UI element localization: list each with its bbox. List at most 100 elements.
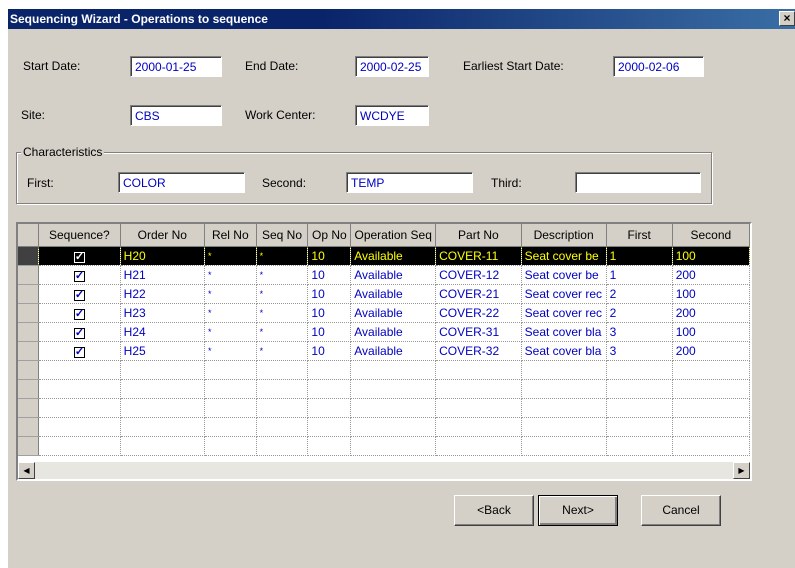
table-row[interactable]: ✓ H20 * * 10 Available COVER-11 Seat cover be 1 1… bbox=[18, 246, 750, 266]
empty-cell[interactable] bbox=[521, 360, 607, 380]
empty-cell[interactable] bbox=[256, 360, 309, 380]
checkbox-checked-icon[interactable]: ✓ bbox=[73, 270, 85, 282]
empty-cell[interactable] bbox=[350, 398, 437, 418]
table-row[interactable]: ✓ H23 * * 10 Available COVER-22 Seat cover rec 2… bbox=[18, 303, 750, 323]
empty-cell[interactable] bbox=[307, 417, 352, 437]
next-button[interactable]: Next> bbox=[538, 495, 618, 526]
empty-cell[interactable] bbox=[38, 360, 121, 380]
cell-seq[interactable]: * bbox=[256, 322, 309, 342]
empty-cell[interactable] bbox=[204, 398, 257, 418]
cell-second[interactable]: 200 bbox=[672, 265, 750, 285]
empty-cell[interactable] bbox=[606, 379, 673, 399]
sequence-checkbox-cell[interactable]: ✓ bbox=[38, 246, 121, 266]
empty-row[interactable] bbox=[18, 417, 750, 437]
empty-cell[interactable] bbox=[672, 436, 750, 456]
cell-op[interactable]: 10 bbox=[307, 284, 352, 304]
empty-cell[interactable] bbox=[672, 379, 750, 399]
empty-cell[interactable] bbox=[256, 436, 309, 456]
scroll-right-icon[interactable]: ▶ bbox=[733, 462, 750, 479]
cell-order[interactable]: H25 bbox=[120, 341, 205, 361]
close-button[interactable]: × bbox=[779, 11, 795, 26]
cell-first[interactable]: 2 bbox=[606, 303, 673, 323]
cell-part[interactable]: COVER-12 bbox=[435, 265, 522, 285]
row-selector[interactable] bbox=[18, 379, 40, 399]
cell-order[interactable]: H24 bbox=[120, 322, 205, 342]
cell-opseq[interactable]: Available bbox=[350, 265, 437, 285]
horizontal-scrollbar[interactable]: ◀ ▶ bbox=[18, 462, 750, 479]
cell-op[interactable]: 10 bbox=[307, 341, 352, 361]
empty-cell[interactable] bbox=[672, 398, 750, 418]
cell-rel[interactable]: * bbox=[204, 246, 257, 266]
checkbox-checked-icon[interactable]: ✓ bbox=[73, 251, 85, 263]
empty-cell[interactable] bbox=[672, 360, 750, 380]
cell-desc[interactable]: Seat cover bla bbox=[521, 341, 607, 361]
row-selector[interactable] bbox=[18, 417, 40, 437]
cell-first[interactable]: 2 bbox=[606, 284, 673, 304]
empty-cell[interactable] bbox=[120, 398, 205, 418]
checkbox-checked-icon[interactable]: ✓ bbox=[73, 308, 85, 320]
column-header[interactable]: Description bbox=[521, 224, 607, 247]
cancel-button[interactable]: Cancel bbox=[641, 495, 721, 526]
back-button[interactable]: <Back bbox=[454, 495, 534, 526]
row-selector[interactable] bbox=[18, 322, 40, 342]
row-selector[interactable] bbox=[18, 360, 40, 380]
empty-cell[interactable] bbox=[606, 436, 673, 456]
empty-cell[interactable] bbox=[120, 360, 205, 380]
empty-cell[interactable] bbox=[204, 379, 257, 399]
cell-op[interactable]: 10 bbox=[307, 303, 352, 323]
cell-rel[interactable]: * bbox=[204, 284, 257, 304]
table-row[interactable]: ✓ H21 * * 10 Available COVER-12 Seat cover be 1 2… bbox=[18, 265, 750, 285]
cell-op[interactable]: 10 bbox=[307, 322, 352, 342]
cell-rel[interactable]: * bbox=[204, 303, 257, 323]
cell-second[interactable]: 100 bbox=[672, 322, 750, 342]
cell-rel[interactable]: * bbox=[204, 265, 257, 285]
cell-rel[interactable]: * bbox=[204, 341, 257, 361]
cell-part[interactable]: COVER-22 bbox=[435, 303, 522, 323]
empty-cell[interactable] bbox=[672, 417, 750, 437]
empty-cell[interactable] bbox=[350, 360, 437, 380]
empty-cell[interactable] bbox=[606, 398, 673, 418]
start-date-field[interactable]: 2000-01-25 bbox=[130, 56, 222, 77]
empty-cell[interactable] bbox=[38, 417, 121, 437]
row-selector[interactable] bbox=[18, 265, 40, 285]
cell-rel[interactable]: * bbox=[204, 322, 257, 342]
end-date-field[interactable]: 2000-02-25 bbox=[355, 56, 429, 77]
empty-cell[interactable] bbox=[435, 379, 522, 399]
table-row[interactable]: ✓ H24 * * 10 Available COVER-31 Seat cover bla 3… bbox=[18, 322, 750, 342]
cell-op[interactable]: 10 bbox=[307, 265, 352, 285]
empty-cell[interactable] bbox=[256, 398, 309, 418]
checkbox-checked-icon[interactable]: ✓ bbox=[73, 289, 85, 301]
empty-cell[interactable] bbox=[521, 436, 607, 456]
cell-opseq[interactable]: Available bbox=[350, 341, 437, 361]
cell-op[interactable]: 10 bbox=[307, 246, 352, 266]
column-header[interactable]: Second bbox=[672, 224, 750, 247]
column-header[interactable]: Order No bbox=[120, 224, 205, 247]
sequence-checkbox-cell[interactable]: ✓ bbox=[38, 284, 121, 304]
empty-row[interactable] bbox=[18, 436, 750, 456]
cell-opseq[interactable]: Available bbox=[350, 284, 437, 304]
cell-part[interactable]: COVER-21 bbox=[435, 284, 522, 304]
cell-order[interactable]: H20 bbox=[120, 246, 205, 266]
empty-cell[interactable] bbox=[435, 398, 522, 418]
row-selector[interactable] bbox=[18, 303, 40, 323]
cell-seq[interactable]: * bbox=[256, 265, 309, 285]
empty-cell[interactable] bbox=[307, 379, 352, 399]
cell-opseq[interactable]: Available bbox=[350, 246, 437, 266]
cell-second[interactable]: 100 bbox=[672, 284, 750, 304]
cell-opseq[interactable]: Available bbox=[350, 322, 437, 342]
empty-cell[interactable] bbox=[435, 417, 522, 437]
cell-second[interactable]: 200 bbox=[672, 303, 750, 323]
cell-second[interactable]: 200 bbox=[672, 341, 750, 361]
first-characteristic-field[interactable]: COLOR bbox=[118, 172, 245, 193]
empty-cell[interactable] bbox=[38, 436, 121, 456]
empty-cell[interactable] bbox=[521, 398, 607, 418]
empty-row[interactable] bbox=[18, 398, 750, 418]
empty-cell[interactable] bbox=[606, 360, 673, 380]
empty-cell[interactable] bbox=[435, 360, 522, 380]
cell-desc[interactable]: Seat cover rec bbox=[521, 303, 607, 323]
empty-cell[interactable] bbox=[350, 417, 437, 437]
cell-order[interactable]: H22 bbox=[120, 284, 205, 304]
work-center-field[interactable]: WCDYE bbox=[355, 105, 429, 126]
title-bar[interactable]: Sequencing Wizard - Operations to sequen… bbox=[8, 9, 795, 29]
cell-opseq[interactable]: Available bbox=[350, 303, 437, 323]
